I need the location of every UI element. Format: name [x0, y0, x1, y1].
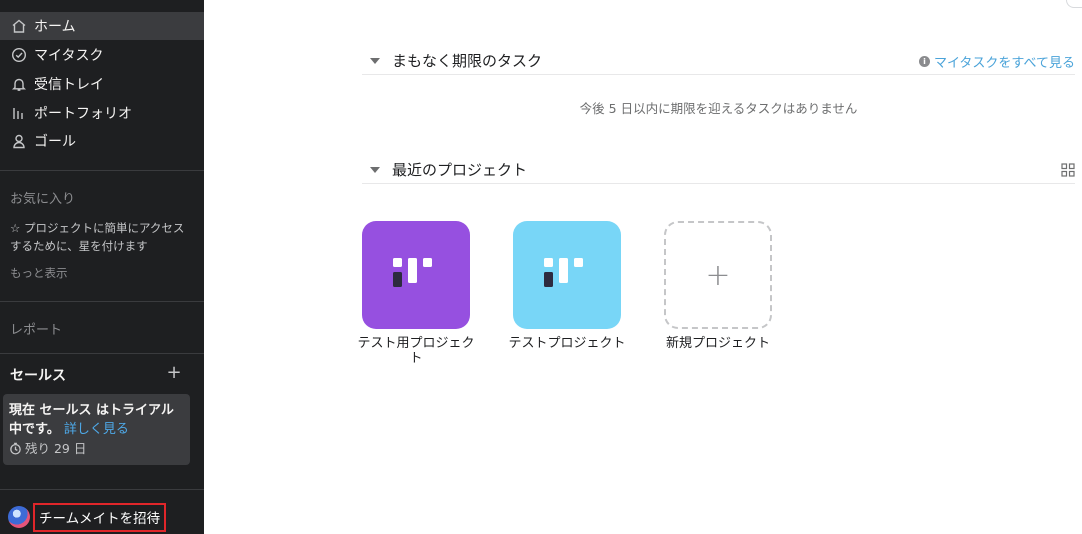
sidebar-item-label: 受信トレイ — [34, 77, 104, 93]
add-team-button[interactable]: + — [166, 362, 182, 384]
recent-projects-header: 最近のプロジェクト — [362, 156, 1075, 184]
favorites-title: お気に入り — [10, 192, 76, 207]
board-icon — [544, 258, 583, 287]
sidebar-divider — [0, 353, 204, 354]
team-name[interactable]: セールス — [10, 365, 66, 385]
invite-row: チームメイトを招待 — [8, 502, 167, 532]
check-circle-icon — [10, 46, 28, 64]
plus-icon: + — [705, 257, 731, 293]
corner-decoration — [1066, 0, 1082, 8]
due-soon-title[interactable]: まもなく期限のタスク — [392, 50, 542, 71]
sidebar-item-label: ポートフォリオ — [34, 106, 132, 122]
project-tile[interactable] — [362, 221, 470, 329]
project-name[interactable]: テスト用プロジェクト — [353, 336, 479, 366]
sidebar-divider — [0, 170, 204, 171]
new-project-label[interactable]: 新規プロジェクト — [655, 336, 781, 351]
sidebar-item-inbox[interactable]: 受信トレイ — [0, 70, 204, 98]
bar-chart-icon — [10, 104, 28, 122]
sidebar-divider — [0, 301, 204, 302]
home-icon — [10, 17, 28, 35]
see-all-label: マイタスクをすべて見る — [933, 56, 1075, 71]
reports-link[interactable]: レポート — [10, 319, 62, 338]
due-soon-header: まもなく期限のタスク i マイタスクをすべて見る — [362, 47, 1075, 75]
person-icon — [10, 132, 28, 150]
main-content: まもなく期限のタスク i マイタスクをすべて見る 今後 5 日以内に期限を迎える… — [204, 0, 1082, 534]
sidebar-item-my-tasks[interactable]: マイタスク — [0, 41, 204, 69]
invite-teammates-button[interactable]: チームメイトを招待 — [33, 502, 167, 532]
project-name[interactable]: テストプロジェクト — [504, 336, 630, 351]
collapse-triangle-icon[interactable] — [370, 166, 380, 173]
sidebar-item-label: ゴール — [34, 134, 76, 150]
trial-notice: 現在 セールス はトライアル中です。 詳しく見る 残り 29 日 — [3, 394, 190, 465]
project-tile[interactable] — [513, 221, 621, 329]
board-icon — [393, 258, 432, 287]
sidebar-item-home[interactable]: ホーム — [0, 12, 204, 40]
grid-view-icon[interactable] — [1061, 162, 1075, 177]
sidebar-item-goals[interactable]: ゴール — [0, 127, 204, 155]
show-more-link[interactable]: もっと表示 — [10, 265, 68, 281]
trial-days-left: 残り 29 日 — [25, 441, 87, 456]
see-all-tasks-link[interactable]: i マイタスクをすべて見る — [918, 52, 1075, 71]
sidebar-item-label: ホーム — [34, 19, 76, 35]
bell-icon — [10, 75, 28, 93]
sidebar: ホーム マイタスク 受信トレイ ポートフォリオ ゴール お気に入り ☆ プロジェ… — [0, 0, 204, 534]
sidebar-item-label: マイタスク — [34, 48, 104, 64]
timer-icon — [10, 442, 21, 455]
new-project-tile[interactable]: + — [664, 221, 772, 329]
info-icon: i — [918, 56, 930, 67]
trial-days-row: 残り 29 日 — [9, 439, 184, 458]
avatar[interactable] — [8, 506, 30, 528]
sidebar-item-portfolio[interactable]: ポートフォリオ — [0, 99, 204, 127]
learn-more-link[interactable]: 詳しく見る — [64, 422, 129, 437]
due-soon-empty-message: 今後 5 日以内に期限を迎えるタスクはありません — [579, 101, 858, 116]
sidebar-divider — [0, 489, 204, 490]
favorites-hint: ☆ プロジェクトに簡単にアクセスするために、星を付けます — [10, 221, 185, 253]
recent-projects-title[interactable]: 最近のプロジェクト — [392, 159, 527, 180]
collapse-triangle-icon[interactable] — [370, 57, 380, 64]
